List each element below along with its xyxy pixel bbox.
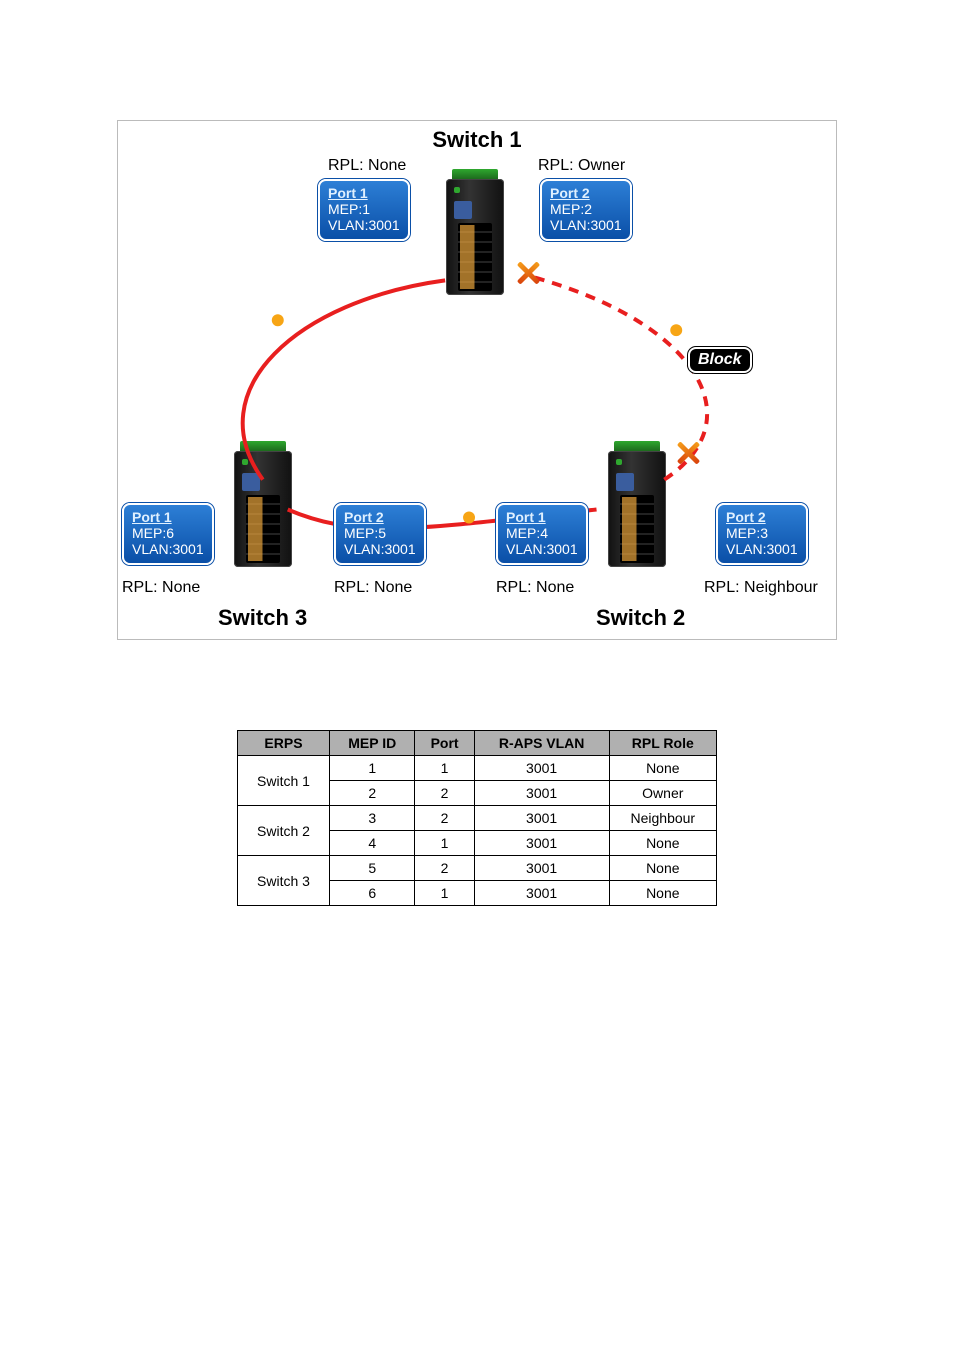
rpl-s2-right: RPL: Neighbour xyxy=(704,579,818,597)
table-header-row: ERPS MEP ID Port R-APS VLAN RPL Role xyxy=(238,731,717,756)
s1p2-mep: MEP:2 xyxy=(550,201,622,217)
table-row: Switch 3 5 2 3001 None xyxy=(238,856,717,881)
cell-port: 1 xyxy=(415,756,474,781)
switch1-device-icon xyxy=(446,179,504,295)
diagram-title-switch2: Switch 2 xyxy=(596,605,685,631)
cell-vlan: 3001 xyxy=(474,806,609,831)
s1p2-box: Port 2 MEP:2 VLAN:3001 xyxy=(540,179,632,241)
erps-config-table: ERPS MEP ID Port R-APS VLAN RPL Role Swi… xyxy=(237,730,717,906)
rpl-s3-right: RPL: None xyxy=(334,579,412,597)
block-badge: Block xyxy=(690,349,750,371)
cell-port: 1 xyxy=(415,881,474,906)
s2p2-box: Port 2 MEP:3 VLAN:3001 xyxy=(716,503,808,565)
s2p1-vlan: VLAN:3001 xyxy=(506,541,578,557)
diagram-title-switch3: Switch 3 xyxy=(218,605,307,631)
cell-vlan: 3001 xyxy=(474,831,609,856)
th-role: RPL Role xyxy=(609,731,716,756)
cell-port: 2 xyxy=(415,806,474,831)
cell-role: Owner xyxy=(609,781,716,806)
table-row: Switch 2 3 2 3001 Neighbour xyxy=(238,806,717,831)
rpl-s3-left: RPL: None xyxy=(122,579,200,597)
th-mepid: MEP ID xyxy=(329,731,414,756)
s1p1-box: Port 1 MEP:1 VLAN:3001 xyxy=(318,179,410,241)
s3p2-mep: MEP:5 xyxy=(344,525,416,541)
cell-switch: Switch 2 xyxy=(238,806,330,856)
cell-vlan: 3001 xyxy=(474,756,609,781)
s3p1-mep: MEP:6 xyxy=(132,525,204,541)
s1p1-mep: MEP:1 xyxy=(328,201,400,217)
s3p2-box: Port 2 MEP:5 VLAN:3001 xyxy=(334,503,426,565)
erps-ring-diagram: Switch 1 RPL: None RPL: Owner Port 1 MEP… xyxy=(117,120,837,640)
cell-role: None xyxy=(609,756,716,781)
rpl-s1-left: RPL: None xyxy=(328,157,406,175)
s1p1-port: Port 1 xyxy=(328,185,400,201)
table-row: Switch 1 1 1 3001 None xyxy=(238,756,717,781)
s3p1-vlan: VLAN:3001 xyxy=(132,541,204,557)
th-erps: ERPS xyxy=(238,731,330,756)
block-x-icon xyxy=(516,261,540,285)
s2p2-vlan: VLAN:3001 xyxy=(726,541,798,557)
rpl-s2-left: RPL: None xyxy=(496,579,574,597)
s2p1-box: Port 1 MEP:4 VLAN:3001 xyxy=(496,503,588,565)
s3p1-port: Port 1 xyxy=(132,509,204,525)
cell-role: None xyxy=(609,881,716,906)
cell-mep: 3 xyxy=(329,806,414,831)
cell-mep: 6 xyxy=(329,881,414,906)
block-x-icon xyxy=(676,441,700,465)
cell-role: None xyxy=(609,831,716,856)
rpl-s1-right: RPL: Owner xyxy=(538,157,625,175)
s1p1-vlan: VLAN:3001 xyxy=(328,217,400,233)
s2p2-mep: MEP:3 xyxy=(726,525,798,541)
cell-mep: 5 xyxy=(329,856,414,881)
s3p1-box: Port 1 MEP:6 VLAN:3001 xyxy=(122,503,214,565)
s2p1-mep: MEP:4 xyxy=(506,525,578,541)
s2p2-port: Port 2 xyxy=(726,509,798,525)
cell-switch: Switch 1 xyxy=(238,756,330,806)
cell-role: Neighbour xyxy=(609,806,716,831)
th-vlan: R-APS VLAN xyxy=(474,731,609,756)
cell-port: 1 xyxy=(415,831,474,856)
cell-vlan: 3001 xyxy=(474,881,609,906)
cell-mep: 1 xyxy=(329,756,414,781)
s3p2-vlan: VLAN:3001 xyxy=(344,541,416,557)
cell-mep: 2 xyxy=(329,781,414,806)
cell-vlan: 3001 xyxy=(474,856,609,881)
th-port: Port xyxy=(415,731,474,756)
cell-mep: 4 xyxy=(329,831,414,856)
s1p2-vlan: VLAN:3001 xyxy=(550,217,622,233)
cell-port: 2 xyxy=(415,781,474,806)
cell-switch: Switch 3 xyxy=(238,856,330,906)
diagram-title-switch1: Switch 1 xyxy=(118,127,836,153)
cell-vlan: 3001 xyxy=(474,781,609,806)
s2p1-port: Port 1 xyxy=(506,509,578,525)
switch2-device-icon xyxy=(608,451,666,567)
s3p2-port: Port 2 xyxy=(344,509,416,525)
switch3-device-icon xyxy=(234,451,292,567)
s1p2-port: Port 2 xyxy=(550,185,622,201)
cell-port: 2 xyxy=(415,856,474,881)
cell-role: None xyxy=(609,856,716,881)
